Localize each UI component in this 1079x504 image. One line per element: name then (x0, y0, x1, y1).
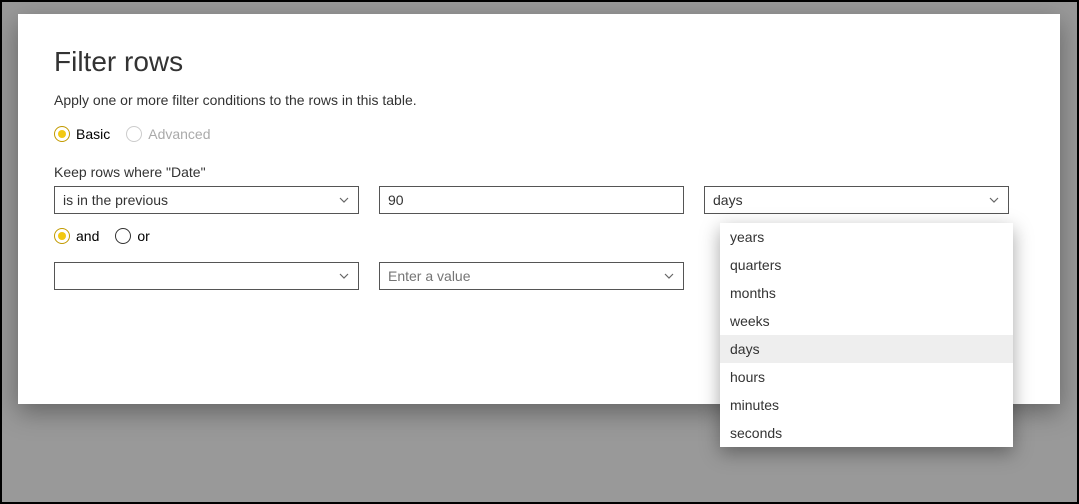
unit-option-weeks[interactable]: weeks (720, 307, 1013, 335)
unit-option-seconds[interactable]: seconds (720, 419, 1013, 447)
chevron-down-icon (988, 194, 1000, 206)
radio-icon (54, 126, 70, 142)
mode-advanced-label: Advanced (148, 126, 210, 142)
logic-and-label: and (76, 228, 99, 244)
filter-condition-row-1: is in the previous days (54, 186, 1024, 214)
unit-option-minutes[interactable]: minutes (720, 391, 1013, 419)
unit-option-years[interactable]: years (720, 223, 1013, 251)
operator-select-1-value: is in the previous (63, 192, 168, 208)
filter-mode-radio-group: Basic Advanced (54, 126, 1024, 142)
mode-advanced-radio[interactable]: Advanced (126, 126, 210, 142)
logic-and-radio[interactable]: and (54, 228, 99, 244)
unit-option-quarters[interactable]: quarters (720, 251, 1013, 279)
keep-rows-label: Keep rows where "Date" (54, 164, 1024, 180)
unit-dropdown-panel: yearsquartersmonthsweeksdayshoursminutes… (720, 223, 1013, 447)
value-input-1-field[interactable] (388, 192, 675, 208)
value-input-1[interactable] (379, 186, 684, 214)
mode-basic-label: Basic (76, 126, 110, 142)
dialog-title: Filter rows (54, 46, 1024, 78)
value-input-2[interactable] (379, 262, 684, 290)
operator-select-2[interactable] (54, 262, 359, 290)
unit-option-hours[interactable]: hours (720, 363, 1013, 391)
logic-or-label: or (137, 228, 149, 244)
logic-or-radio[interactable]: or (115, 228, 149, 244)
value-input-2-field[interactable] (388, 268, 675, 284)
chevron-down-icon (663, 270, 675, 282)
chevron-down-icon (338, 270, 350, 282)
chevron-down-icon (338, 194, 350, 206)
radio-icon (115, 228, 131, 244)
radio-icon (126, 126, 142, 142)
dialog-subtitle: Apply one or more filter conditions to t… (54, 92, 1024, 108)
unit-select-1-value: days (713, 192, 743, 208)
unit-select-1[interactable]: days (704, 186, 1009, 214)
unit-option-months[interactable]: months (720, 279, 1013, 307)
radio-icon (54, 228, 70, 244)
mode-basic-radio[interactable]: Basic (54, 126, 110, 142)
unit-option-days[interactable]: days (720, 335, 1013, 363)
operator-select-1[interactable]: is in the previous (54, 186, 359, 214)
